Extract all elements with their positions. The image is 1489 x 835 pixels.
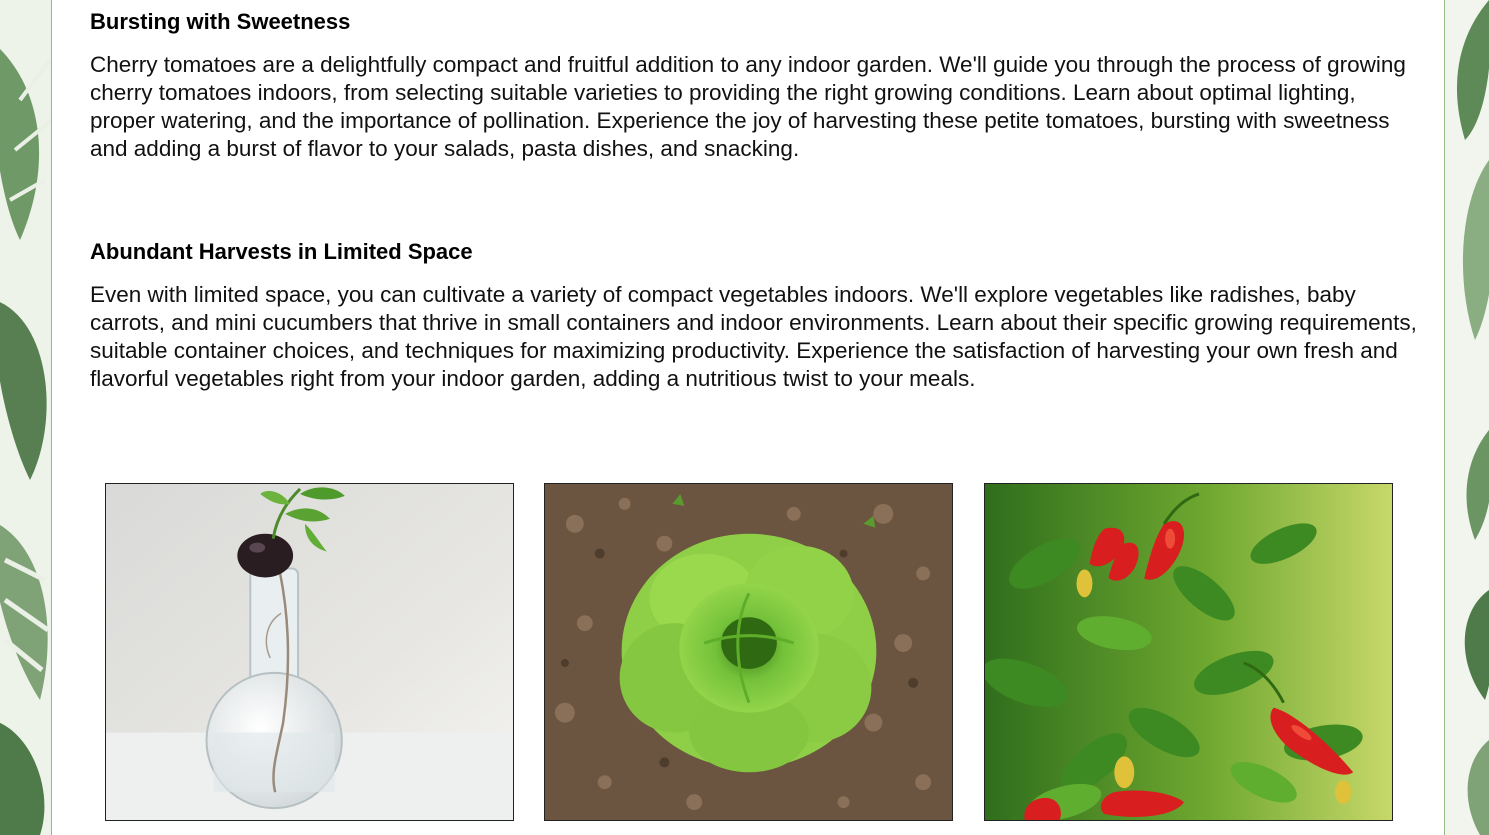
section-compact-vegetables: Abundant Harvests in Limited Space Even … xyxy=(90,239,1420,393)
photo-red-chili-peppers xyxy=(984,483,1393,821)
section-body: Cherry tomatoes are a delightfully compa… xyxy=(90,52,1406,161)
photo-sprouting-seed-flask xyxy=(105,483,514,821)
section-body: Even with limited space, you can cultiva… xyxy=(90,282,1417,391)
section-cherry-tomatoes: Bursting with Sweetness Cherry tomatoes … xyxy=(90,9,1420,163)
photo-lettuce-in-soil xyxy=(544,483,953,821)
section-heading: Bursting with Sweetness xyxy=(90,9,351,34)
section-heading: Abundant Harvests in Limited Space xyxy=(90,239,473,264)
main-content: Bursting with Sweetness Cherry tomatoes … xyxy=(51,0,1445,835)
leaf-background-right xyxy=(1445,0,1489,835)
